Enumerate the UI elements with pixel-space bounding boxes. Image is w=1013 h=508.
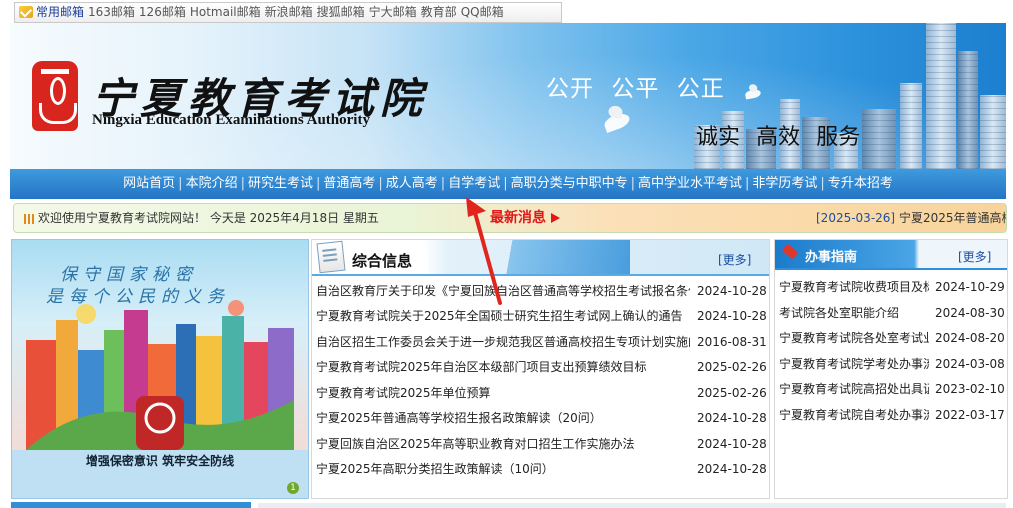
news-item[interactable]: 宁夏2025年高职分类招生政策解读（10问） 2024-10-28 (316, 457, 767, 482)
slide-indicator[interactable]: 1 (287, 482, 299, 494)
news-title[interactable]: 宁夏2025年普通高等学校招生报名政策解读（20问） (316, 406, 690, 431)
nav-adult-exam[interactable]: 成人高考 (386, 176, 438, 191)
mail-link-nxu[interactable]: 宁大邮箱 (369, 5, 417, 19)
nav-gaokao[interactable]: 普通高考 (323, 176, 375, 191)
mail-link-moe[interactable]: 教育部 (421, 5, 457, 19)
more-link[interactable]: [更多] (958, 248, 991, 265)
guide-title[interactable]: 宁夏教育考试院各处室考试业务 (779, 326, 929, 351)
red-arrow-annotation (466, 197, 502, 305)
guide-title[interactable]: 考试院各处室职能介绍 (779, 301, 929, 326)
nav-about[interactable]: 本院介绍 (186, 176, 238, 191)
panel-header: 办事指南 [更多] (775, 240, 1007, 270)
guide-title[interactable]: 宁夏教育考试院高招处出具证明 (779, 377, 929, 402)
news-item[interactable]: 宁夏2025年普通高等学校招生报名政策解读（20问） 2024-10-28 (316, 406, 767, 431)
news-date: 2024-10-28 (697, 462, 767, 476)
nav-vocational[interactable]: 高职分类与中职中专 (511, 176, 628, 191)
news-date: 2016-08-31 (697, 335, 767, 349)
ticker-headline: 宁夏2025年普通高校 (898, 211, 1007, 225)
guide-item[interactable]: 宁夏教育考试院自考处办事流程 2022-03-17 (779, 403, 1005, 428)
guide-date: 2023-02-10 (935, 382, 1005, 396)
guide-date: 2022-03-17 (935, 408, 1005, 422)
ticker-scroll-item[interactable]: [2025-03-26] 宁夏2025年普通高校 (816, 204, 1007, 232)
guide-date: 2024-03-08 (935, 357, 1005, 371)
panel-header: 综合信息 [更多] (312, 240, 769, 276)
panel-title: 综合信息 (352, 252, 413, 270)
guide-title[interactable]: 宁夏教育考试院自考处办事流程 (779, 403, 929, 428)
nav-non-degree[interactable]: 非学历考试 (752, 176, 817, 191)
welcome-text: 欢迎使用宁夏教育考试院网站！ 今天是 2025年4月18日 星期五 (38, 211, 379, 225)
news-date: 2024-10-28 (697, 411, 767, 425)
bottom-divider (258, 503, 1006, 508)
news-title[interactable]: 自治区招生工作委员会关于进一步规范我区普通高校招生专项计划实施的 (316, 330, 690, 355)
signal-icon (24, 213, 34, 224)
bottom-accent-bar (11, 502, 251, 508)
guide-item[interactable]: 考试院各处室职能介绍 2024-08-30 (779, 301, 1005, 326)
mail-link-163[interactable]: 163邮箱 (88, 5, 135, 19)
site-title-english: Ningxia Education Examinations Authority (92, 112, 370, 128)
slogan-openness: 公开 公平 公正 (546, 75, 725, 101)
site-banner: 宁夏教育考试院 Ningxia Education Examinations A… (10, 23, 1006, 169)
panel-title: 办事指南 (805, 250, 858, 265)
news-date: 2024-10-28 (697, 309, 767, 323)
news-title[interactable]: 宁夏教育考试院2025年单位预算 (316, 381, 690, 406)
mail-label: 常用邮箱 (36, 5, 85, 19)
guide-item[interactable]: 宁夏教育考试院各处室考试业务 2024-08-20 (779, 326, 1005, 351)
pin-icon (781, 243, 799, 260)
mail-links-bar: 常用邮箱 163邮箱 126邮箱 Hotmail邮箱 新浪邮箱 搜狐邮箱 宁大邮箱 教育部 QQ… (14, 2, 562, 23)
mail-link-hotmail[interactable]: Hotmail邮箱 (190, 5, 261, 19)
guide-item[interactable]: 宁夏教育考试院收费项目及标准 2024-10-29 (779, 275, 1005, 300)
guide-item[interactable]: 宁夏教育考试院学考处办事流程 2024-03-08 (779, 352, 1005, 377)
mail-link-qq[interactable]: QQ邮箱 (461, 5, 504, 19)
news-item[interactable]: 宁夏教育考试院关于2025年全国硕士研究生招生考试网上确认的通告 2024-10-… (316, 304, 767, 329)
news-date: 2024-10-28 (697, 437, 767, 451)
nav-academic-level[interactable]: 高中学业水平考试 (638, 176, 742, 191)
poster-caption: 增强保密意识 筑牢安全防线 (12, 450, 308, 498)
news-date: 2025-02-26 (697, 386, 767, 400)
news-title[interactable]: 宁夏回族自治区2025年高等职业教育对口招生工作实施办法 (316, 432, 690, 457)
general-info-panel: 综合信息 [更多] 自治区教育厅关于印发《宁夏回族自治区普通高等学校招生考试报名… (311, 239, 770, 499)
guide-title[interactable]: 宁夏教育考试院学考处办事流程 (779, 352, 929, 377)
mail-icon (19, 6, 33, 18)
promo-poster[interactable]: 保守国家秘密 是每个公民的义务 增强保密意识 筑牢安全防线 1 (11, 239, 309, 499)
news-date: 2025-02-26 (697, 360, 767, 374)
guide-date: 2024-08-30 (935, 306, 1005, 320)
poster-illustration (26, 300, 294, 450)
mail-link-126[interactable]: 126邮箱 (139, 5, 186, 19)
play-triangle-icon (551, 213, 560, 223)
nav-upgrade[interactable]: 专升本招考 (828, 176, 893, 191)
authority-seal-logo (32, 61, 78, 131)
mail-link-sina[interactable]: 新浪邮箱 (265, 5, 313, 19)
nav-self-study-exam[interactable]: 自学考试 (448, 176, 500, 191)
news-title[interactable]: 宁夏2025年高职分类招生政策解读（10问） (316, 457, 690, 482)
news-date: 2024-10-28 (697, 284, 767, 298)
news-item[interactable]: 宁夏教育考试院2025年单位预算 2025-02-26 (316, 381, 767, 406)
news-item[interactable]: 自治区招生工作委员会关于进一步规范我区普通高校招生专项计划实施的 2016-08-… (316, 330, 767, 355)
news-item[interactable]: 宁夏回族自治区2025年高等职业教育对口招生工作实施办法 2024-10-28 (316, 432, 767, 457)
mail-link-sohu[interactable]: 搜狐邮箱 (317, 5, 365, 19)
guide-date: 2024-10-29 (935, 280, 1005, 294)
guide-date: 2024-08-20 (935, 331, 1005, 345)
news-item[interactable]: 自治区教育厅关于印发《宁夏回族自治区普通高等学校招生考试报名条件 2024-10-… (316, 279, 767, 304)
nav-graduate-exam[interactable]: 研究生考试 (248, 176, 313, 191)
more-link[interactable]: [更多] (718, 251, 751, 268)
slogan-service: 诚实 高效 服务 (696, 124, 861, 149)
ticker-date: [2025-03-26] (816, 211, 896, 225)
service-guide-panel: 办事指南 [更多] 宁夏教育考试院收费项目及标准 2024-10-29 考试院各处… (774, 239, 1008, 499)
guide-item[interactable]: 宁夏教育考试院高招处出具证明 2023-02-10 (779, 377, 1005, 402)
news-item[interactable]: 宁夏教育考试院2025年自治区本级部门项目支出预算绩效目标 2025-02-26 (316, 355, 767, 380)
document-icon (316, 240, 346, 274)
guide-title[interactable]: 宁夏教育考试院收费项目及标准 (779, 275, 929, 300)
nav-home[interactable]: 网站首页 (123, 176, 175, 191)
news-title[interactable]: 宁夏教育考试院2025年自治区本级部门项目支出预算绩效目标 (316, 355, 690, 380)
